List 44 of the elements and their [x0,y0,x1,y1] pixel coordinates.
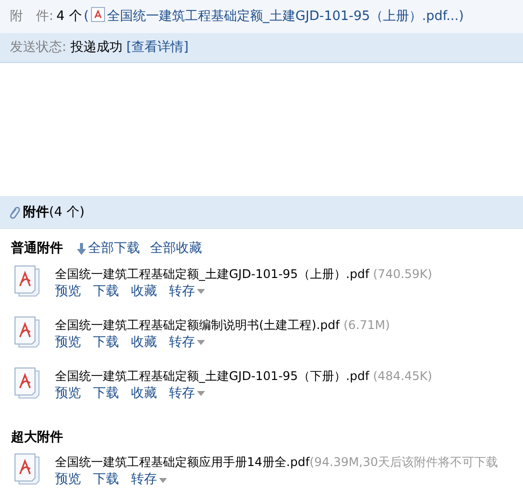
section-action-link[interactable]: 全部收藏 [150,239,202,258]
file-action-link[interactable]: 预览 [55,282,81,300]
file-action-link[interactable]: 下载 [93,282,119,300]
caret-icon [197,340,205,345]
file-action-link[interactable]: 下载 [93,471,119,489]
paren-open: ( [84,9,89,24]
file-action-link[interactable]: 下载 [93,384,119,402]
file-action-link[interactable]: 预览 [55,334,81,352]
details-link[interactable]: [查看详情] [126,38,189,58]
section-action-link[interactable]: 全部下载 [77,239,140,258]
file-action-link[interactable]: 转存 [131,471,167,489]
file-action-link[interactable]: 预览 [55,384,81,402]
file-name[interactable]: 全国统一建筑工程基础定额应用手册14册全.pdf [55,455,310,469]
file-action-link[interactable]: 收藏 [131,282,157,300]
file-action-link[interactable]: 转存 [169,384,205,402]
download-icon [77,242,86,255]
attachments-label: 附 件: [10,9,54,24]
section-title: 普通附件 [11,240,63,258]
caret-icon [197,289,205,294]
file-action-link[interactable]: 收藏 [131,334,157,352]
paren-close: ) [458,9,464,24]
paperclip-icon [8,206,20,220]
file-action-link[interactable]: 转存 [169,334,205,352]
file-name[interactable]: 全国统一建筑工程基础定额_土建GJD-101-95（下册）.pdf [55,368,370,382]
file-action-link[interactable]: 转存 [169,282,205,300]
file-name[interactable]: 全国统一建筑工程基础定额编制说明书(土建工程).pdf [55,318,340,332]
attachments-total: (4 个) [49,204,85,222]
section-title: 超大附件 [11,428,63,446]
file-size: (6.71M) [342,318,390,332]
file-name[interactable]: 全国统一建筑工程基础定额_土建GJD-101-95（上册）.pdf [55,266,370,280]
attachments-title: 附件 [23,204,49,222]
caret-icon [159,478,167,482]
pdf-icon [90,7,105,22]
file-action-link[interactable]: 下载 [93,334,119,352]
status-value: 投递成功 [70,38,122,57]
attachment-link[interactable]: 全国统一建筑工程基础定额_土建GJD-101-95（上册）.pdf... [106,9,459,24]
attachments-count: 4 个 [56,9,82,24]
file-action-link[interactable]: 预览 [55,471,81,489]
file-size: (484.45K) [372,368,432,382]
file-size: (94.39M,30天后该附件将不可下载 [310,455,498,469]
status-label: 发送状态: [10,38,66,57]
file-action-link[interactable]: 收藏 [131,384,157,402]
file-size: (740.59K) [372,266,432,280]
caret-icon [197,391,205,396]
